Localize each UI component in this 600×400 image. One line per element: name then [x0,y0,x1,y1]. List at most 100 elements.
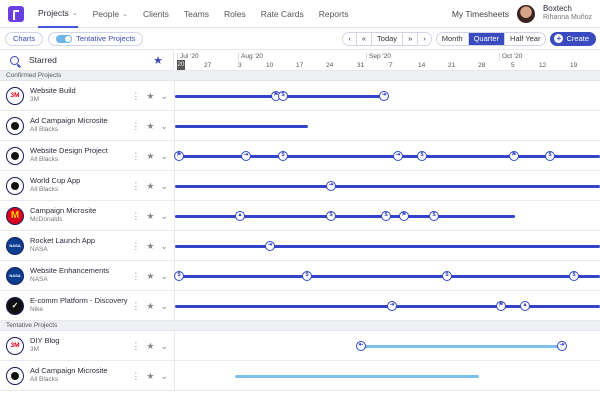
table-row[interactable]: M Campaign Microsite McDonalds ⋮ ★ ⌄ ▲ $ $ ⚑ $ [0,201,600,231]
table-row[interactable]: Website Design Project All Blacks ⋮ ★ ⌄ ⚑ ⇥ $ ⇥ $… [0,141,600,171]
project-timeline-bar[interactable] [175,125,308,128]
more-vertical-icon[interactable]: ⋮ [131,91,140,102]
create-button[interactable]: + Create [550,31,596,46]
project-timeline-bar[interactable] [175,155,600,158]
prev-fast-icon[interactable]: « [356,32,373,45]
more-vertical-icon[interactable]: ⋮ [131,121,140,132]
more-vertical-icon[interactable]: ⋮ [131,241,140,252]
table-row[interactable]: 3M Website Build 3M ⋮ ★ ⌄ ⚑ $ ⇥ [0,81,600,111]
milestone-icon[interactable]: ⚑ [496,301,506,311]
milestone-icon[interactable]: ⇥ [393,151,403,161]
star-icon[interactable]: ★ [146,301,154,312]
user-avatar[interactable] [516,4,535,23]
project-name[interactable]: World Cup App [30,177,80,186]
project-info[interactable]: NASA Rocket Launch App NASA ⋮ ★ ⌄ [0,231,175,260]
milestone-icon[interactable]: $ [278,151,288,161]
project-timeline-bar[interactable] [235,375,479,378]
milestone-icon[interactable]: $ [278,91,288,101]
project-name[interactable]: Rocket Launch App [30,237,95,246]
nav-reports[interactable]: Reports [319,0,349,28]
project-timeline-bar[interactable] [175,275,600,278]
project-name[interactable]: DIY Blog [30,337,59,346]
chevron-down-icon[interactable]: ⌄ [160,211,168,222]
next-fast-icon[interactable]: » [403,32,419,45]
timeline-track[interactable]: ⚑ $ ⇥ [175,81,600,110]
project-name[interactable]: Website Enhancements [30,267,109,276]
milestone-icon[interactable]: $ [429,211,439,221]
chevron-down-icon[interactable]: ⌄ [160,341,168,352]
milestone-icon[interactable]: $ [381,211,391,221]
nav-rate-cards[interactable]: Rate Cards [261,0,304,28]
search-bar[interactable]: Starred ★ [0,49,174,71]
nav-roles[interactable]: Roles [224,0,246,28]
table-row[interactable]: World Cup App All Blacks ⋮ ★ ⌄ ⇥ [0,171,600,201]
star-icon[interactable]: ★ [146,181,154,192]
more-vertical-icon[interactable]: ⋮ [131,341,140,352]
milestone-icon[interactable]: ⚑ [509,151,519,161]
milestone-icon[interactable]: $ [442,271,452,281]
star-filled-icon[interactable]: ★ [153,54,163,67]
star-icon[interactable]: ★ [146,151,154,162]
nav-projects[interactable]: Projects ⌄ [38,0,78,28]
prev-icon[interactable]: ‹ [343,32,357,45]
milestone-icon[interactable]: ⇤ [356,341,366,351]
chevron-down-icon[interactable]: ⌄ [160,181,168,192]
star-icon[interactable]: ★ [146,121,154,132]
timeline-track[interactable] [175,361,600,390]
next-icon[interactable]: › [418,32,431,45]
project-name[interactable]: Campaign Microsite [30,207,96,216]
star-icon[interactable]: ★ [146,371,154,382]
milestone-icon[interactable]: ⇥ [241,151,251,161]
project-info[interactable]: Ad Campaign Microsite All Blacks ⋮ ★ ⌄ [0,361,175,390]
chevron-down-icon[interactable]: ⌄ [160,301,168,312]
project-name[interactable]: Ad Campaign Microsite [30,117,108,126]
charts-button[interactable]: Charts [5,31,44,46]
milestone-icon[interactable]: ⚑ [174,151,184,161]
table-row[interactable]: ✓ E-comm Platform - Discovery Nike ⋮ ★ ⌄ ⇥ ⚑ ▲ [0,291,600,321]
timeline-track[interactable]: ⇥ [175,171,600,200]
more-vertical-icon[interactable]: ⋮ [131,151,140,162]
view-quarter-button[interactable]: Quarter [468,32,506,45]
star-icon[interactable]: ★ [146,241,154,252]
more-vertical-icon[interactable]: ⋮ [131,371,140,382]
milestone-icon[interactable]: ⇥ [557,341,567,351]
app-logo-icon[interactable] [8,5,24,22]
project-name[interactable]: Website Design Project [30,147,108,156]
view-month-button[interactable]: Month [436,32,469,45]
milestone-icon[interactable]: $ [545,151,555,161]
project-name[interactable]: Ad Campaign Microsite [30,367,108,376]
timeline-track[interactable]: ⇤ ⇥ [175,331,600,360]
project-info[interactable]: Website Design Project All Blacks ⋮ ★ ⌄ [0,141,175,170]
nav-teams[interactable]: Teams [184,0,209,28]
chevron-down-icon[interactable]: ⌄ [160,121,168,132]
more-vertical-icon[interactable]: ⋮ [131,271,140,282]
timeline-track[interactable]: ▲ $ $ ⚑ $ [175,201,600,230]
milestone-icon[interactable]: ⇥ [265,241,275,251]
chevron-down-icon[interactable]: ⌄ [160,371,168,382]
view-half-year-button[interactable]: Half Year [505,32,546,45]
more-vertical-icon[interactable]: ⋮ [131,181,140,192]
chevron-down-icon[interactable]: ⌄ [160,241,168,252]
project-name[interactable]: E-comm Platform - Discovery [30,297,128,306]
milestone-icon[interactable]: $ [326,211,336,221]
table-row[interactable]: Ad Campaign Microsite All Blacks ⋮ ★ ⌄ [0,361,600,391]
search-input[interactable]: Starred [29,55,57,65]
timeline-track[interactable] [175,111,600,140]
timeline-track[interactable]: ⇥ ⚑ ▲ [175,291,600,320]
milestone-icon[interactable]: $ [302,271,312,281]
table-row[interactable]: Ad Campaign Microsite All Blacks ⋮ ★ ⌄ [0,111,600,141]
project-info[interactable]: 3M Website Build 3M ⋮ ★ ⌄ [0,81,175,110]
star-icon[interactable]: ★ [146,271,154,282]
milestone-icon[interactable]: ⇥ [387,301,397,311]
project-timeline-bar[interactable] [359,345,565,348]
project-timeline-bar[interactable] [175,215,515,218]
milestone-icon[interactable]: ▲ [520,301,530,311]
project-info[interactable]: ✓ E-comm Platform - Discovery Nike ⋮ ★ ⌄ [0,291,175,320]
project-info[interactable]: World Cup App All Blacks ⋮ ★ ⌄ [0,171,175,200]
project-info[interactable]: M Campaign Microsite McDonalds ⋮ ★ ⌄ [0,201,175,230]
milestone-icon[interactable]: $ [417,151,427,161]
more-vertical-icon[interactable]: ⋮ [131,211,140,222]
table-row[interactable]: NASA Website Enhancements NASA ⋮ ★ ⌄ $ $ $ $ [0,261,600,291]
nav-clients[interactable]: Clients [143,0,169,28]
milestone-icon[interactable]: ⇥ [379,91,389,101]
